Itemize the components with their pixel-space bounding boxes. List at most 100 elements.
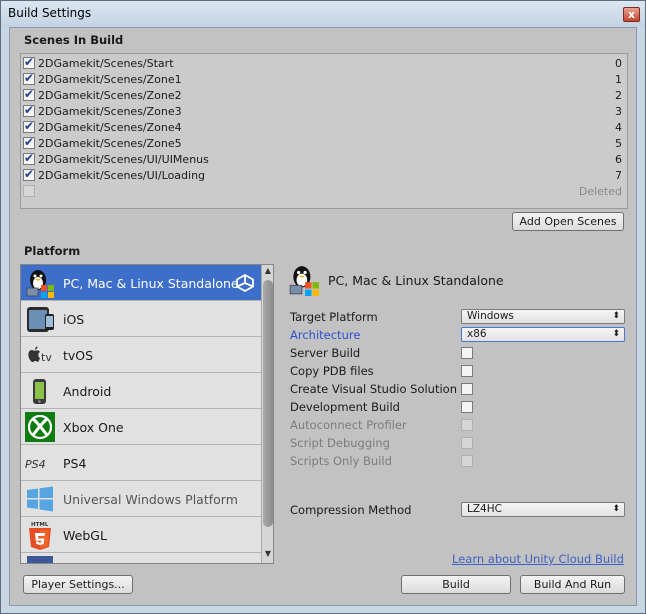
html5-logo-text: HTML xyxy=(31,522,49,528)
dropdown-arrow-icon: ⬍ xyxy=(612,311,620,321)
scene-checkbox[interactable] xyxy=(23,185,35,197)
pc-mac-linux-icon xyxy=(26,270,54,298)
architecture-dropdown[interactable]: x86 ⬍ xyxy=(461,327,625,342)
player-settings-button[interactable]: Player Settings... xyxy=(23,575,133,594)
platform-item-ios[interactable]: iOS xyxy=(21,301,261,337)
ps4-logo-text: PS4 xyxy=(25,458,46,471)
script-debugging-label: Script Debugging xyxy=(290,436,390,450)
scripts-only-build-checkbox xyxy=(461,455,473,467)
facebook-icon xyxy=(27,556,53,563)
scrollbar-thumb[interactable] xyxy=(263,280,273,527)
scene-index: 3 xyxy=(615,105,622,118)
platform-item-ps4[interactable]: PS4 PS4 xyxy=(21,445,261,481)
create-vs-solution-checkbox[interactable] xyxy=(461,383,473,395)
unity-cloud-build-link[interactable]: Learn about Unity Cloud Build xyxy=(452,552,624,566)
scene-checkbox[interactable] xyxy=(23,87,35,101)
copy-pdb-checkbox[interactable] xyxy=(461,365,473,377)
scene-index: 0 xyxy=(615,57,622,70)
deleted-label: Deleted xyxy=(578,185,622,198)
window-content: Scenes In Build 2DGamekit/Scenes/Start 0… xyxy=(9,27,637,606)
dropdown-value: x86 xyxy=(467,328,487,340)
platform-label: tvOS xyxy=(63,348,94,363)
scroll-down-arrow-icon[interactable]: ▼ xyxy=(262,549,273,561)
selected-platform-icon xyxy=(289,266,319,296)
architecture-label: Architecture xyxy=(290,328,361,342)
scene-row[interactable]: 2DGamekit/Scenes/Zone5 5 xyxy=(21,135,627,152)
create-vs-solution-label: Create Visual Studio Solution xyxy=(290,382,457,396)
scene-checkbox[interactable] xyxy=(23,135,35,149)
platform-item-uwp[interactable]: Universal Windows Platform xyxy=(21,481,261,517)
scene-index: 4 xyxy=(615,121,622,134)
scene-row[interactable]: 2DGamekit/Scenes/Zone1 1 xyxy=(21,71,627,88)
scene-name: 2DGamekit/Scenes/Zone4 xyxy=(38,121,182,134)
scene-row[interactable]: 2DGamekit/Scenes/Zone3 3 xyxy=(21,103,627,120)
platform-item-tvos[interactable]: tv tvOS xyxy=(21,337,261,373)
autoconnect-profiler-checkbox xyxy=(461,419,473,431)
target-platform-dropdown[interactable]: Windows ⬍ xyxy=(461,309,625,324)
scene-name: 2DGamekit/Scenes/UI/Loading xyxy=(38,169,206,182)
scroll-up-arrow-icon[interactable]: ▲ xyxy=(262,266,273,278)
platform-item-android[interactable]: Android xyxy=(21,373,261,409)
android-icon xyxy=(33,379,46,404)
scene-checkbox[interactable] xyxy=(23,71,35,85)
build-settings-window: Build Settings x Scenes In Build 2DGamek… xyxy=(0,0,646,614)
scene-row[interactable]: 2DGamekit/Scenes/Zone2 2 xyxy=(21,87,627,104)
scene-row[interactable]: 2DGamekit/Scenes/Start 0 xyxy=(21,55,627,72)
platform-label: WebGL xyxy=(63,528,107,543)
build-and-run-button[interactable]: Build And Run xyxy=(520,575,625,594)
tvos-icon: tv xyxy=(28,346,52,364)
ios-icon xyxy=(27,307,54,332)
scene-index: 5 xyxy=(615,137,622,150)
platform-label: iOS xyxy=(63,312,85,327)
scene-name: 2DGamekit/Scenes/Zone1 xyxy=(38,73,182,86)
scene-index: 7 xyxy=(615,169,622,182)
scene-name: 2DGamekit/Scenes/Start xyxy=(38,57,174,70)
target-platform-label: Target Platform xyxy=(290,310,378,324)
development-build-checkbox[interactable] xyxy=(461,401,473,413)
window-title: Build Settings xyxy=(8,6,92,20)
scene-checkbox[interactable] xyxy=(23,103,35,117)
build-button[interactable]: Build xyxy=(401,575,511,594)
platform-item-standalone[interactable]: PC, Mac & Linux Standalone xyxy=(21,265,261,301)
server-build-checkbox[interactable] xyxy=(461,347,473,359)
tvos-logo-text: tv xyxy=(41,351,52,364)
title-bar[interactable]: Build Settings x xyxy=(1,1,645,27)
platform-label: Xbox One xyxy=(63,420,124,435)
selected-platform-title: PC, Mac & Linux Standalone xyxy=(328,273,504,288)
deleted-scene-row[interactable]: Deleted xyxy=(21,184,627,200)
platform-item-webgl[interactable]: HTML WebGL xyxy=(21,517,261,553)
compression-method-dropdown[interactable]: LZ4HC ⬍ xyxy=(461,502,625,517)
development-build-label: Development Build xyxy=(290,400,400,414)
scene-checkbox[interactable] xyxy=(23,119,35,133)
scene-row[interactable]: 2DGamekit/Scenes/UI/Loading 7 xyxy=(21,167,627,184)
dropdown-arrow-icon: ⬍ xyxy=(612,504,620,514)
scenes-list: 2DGamekit/Scenes/Start 0 2DGamekit/Scene… xyxy=(20,53,628,209)
platform-item-partial[interactable] xyxy=(21,553,261,563)
scene-checkbox[interactable] xyxy=(23,167,35,181)
platform-list: PC, Mac & Linux Standalone iOS tv tvOS A… xyxy=(20,264,274,564)
scene-name: 2DGamekit/Scenes/Zone3 xyxy=(38,105,182,118)
close-button[interactable]: x xyxy=(623,7,640,22)
compression-method-label: Compression Method xyxy=(290,503,412,517)
scene-name: 2DGamekit/Scenes/UI/UIMenus xyxy=(38,153,209,166)
add-open-scenes-button[interactable]: Add Open Scenes xyxy=(512,212,624,231)
scene-row[interactable]: 2DGamekit/Scenes/UI/UIMenus 6 xyxy=(21,151,627,168)
xbox-icon xyxy=(25,412,55,442)
platform-item-xbox-one[interactable]: Xbox One xyxy=(21,409,261,445)
scripts-only-build-label: Scripts Only Build xyxy=(290,454,392,468)
scene-index: 1 xyxy=(615,73,622,86)
platform-scrollbar[interactable]: ▲ ▼ xyxy=(261,265,273,563)
script-debugging-checkbox xyxy=(461,437,473,449)
autoconnect-profiler-label: Autoconnect Profiler xyxy=(290,418,407,432)
scene-checkbox[interactable] xyxy=(23,55,35,69)
scene-row[interactable]: 2DGamekit/Scenes/Zone4 4 xyxy=(21,119,627,136)
windows-icon xyxy=(27,486,53,512)
server-build-label: Server Build xyxy=(290,346,361,360)
platform-label: PC, Mac & Linux Standalone xyxy=(63,276,239,291)
scene-name: 2DGamekit/Scenes/Zone2 xyxy=(38,89,182,102)
ps4-icon: PS4 xyxy=(25,458,46,471)
platform-label: Android xyxy=(63,384,112,399)
scene-checkbox[interactable] xyxy=(23,151,35,165)
platform-heading: Platform xyxy=(24,244,81,258)
dropdown-value: Windows xyxy=(467,310,514,322)
